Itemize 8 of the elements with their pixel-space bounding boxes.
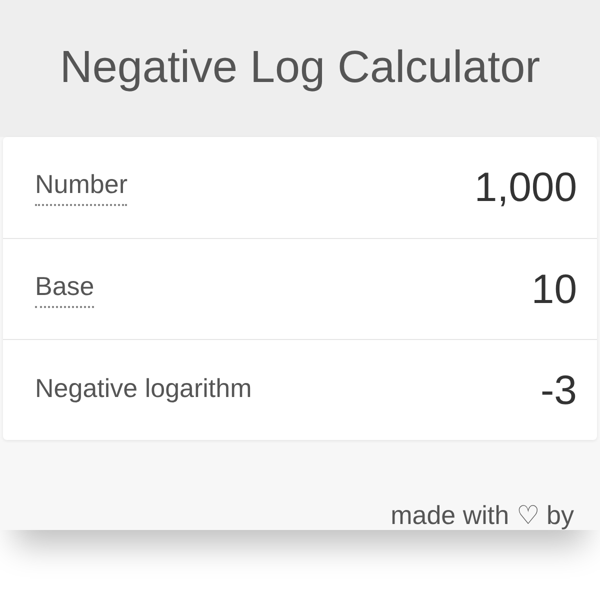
field-label: Number [35, 169, 128, 206]
number-input[interactable]: 10 [317, 266, 577, 312]
field-label: Base [35, 270, 94, 308]
calculator-title: Negative Log Calculator [60, 40, 540, 92]
result-label: Negative logarithm [35, 372, 252, 404]
result-value: -3 [540, 366, 577, 414]
footer-credit: made with ♡ by [390, 500, 574, 531]
number-input[interactable]: 1,000 [317, 164, 577, 211]
